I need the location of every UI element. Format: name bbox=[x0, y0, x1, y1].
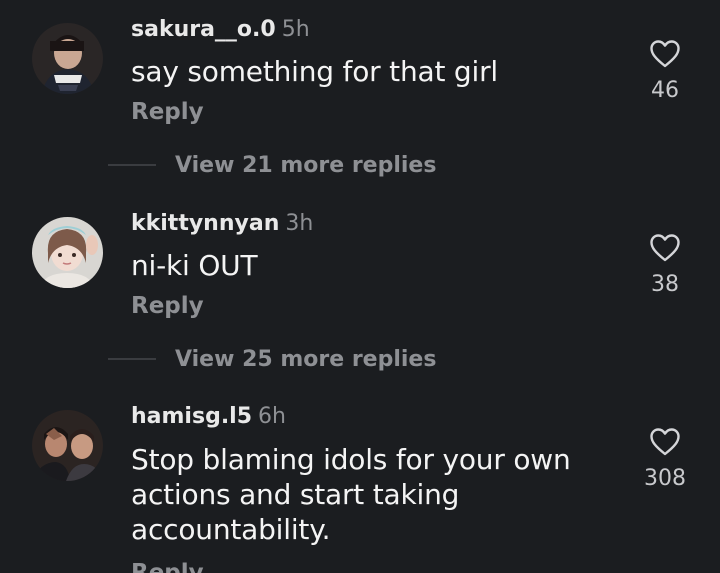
like-button[interactable]: 308 bbox=[630, 427, 700, 493]
like-count: 38 bbox=[651, 272, 679, 297]
divider-line bbox=[108, 358, 156, 360]
comment-meta: hamisg.l5 6h bbox=[131, 403, 286, 431]
username[interactable]: sakura__o.0 bbox=[131, 17, 276, 42]
comment-text: say something for that girl bbox=[131, 55, 498, 88]
view-more-replies[interactable]: View 21 more replies bbox=[108, 150, 436, 180]
view-more-replies[interactable]: View 25 more replies bbox=[108, 344, 436, 374]
view-more-label[interactable]: View 21 more replies bbox=[175, 153, 436, 178]
comment-meta: sakura__o.0 5h bbox=[131, 16, 310, 44]
heart-icon[interactable] bbox=[649, 233, 681, 263]
like-count: 46 bbox=[651, 78, 679, 103]
username[interactable]: hamisg.l5 bbox=[131, 404, 252, 429]
like-button[interactable]: 38 bbox=[630, 233, 700, 299]
timestamp: 5h bbox=[281, 17, 310, 42]
avatar[interactable] bbox=[32, 23, 103, 94]
comment-text: Stop blaming idols for your own actions … bbox=[131, 443, 571, 546]
timestamp: 3h bbox=[285, 211, 314, 236]
heart-icon[interactable] bbox=[649, 427, 681, 457]
avatar-image bbox=[32, 23, 103, 94]
avatar-image bbox=[32, 217, 103, 288]
comment-text: ni-ki OUT bbox=[131, 249, 258, 282]
divider-line bbox=[108, 164, 156, 166]
avatar-image bbox=[32, 410, 103, 481]
reply-button[interactable]: Reply bbox=[131, 559, 204, 573]
timestamp: 6h bbox=[258, 404, 286, 429]
avatar[interactable] bbox=[32, 410, 103, 481]
comment-meta: kkittynnyan 3h bbox=[131, 210, 313, 238]
reply-button[interactable]: Reply bbox=[131, 98, 204, 126]
heart-icon[interactable] bbox=[649, 39, 681, 69]
avatar[interactable] bbox=[32, 217, 103, 288]
like-button[interactable]: 46 bbox=[630, 39, 700, 105]
reply-button[interactable]: Reply bbox=[131, 292, 204, 320]
view-more-label[interactable]: View 25 more replies bbox=[175, 347, 436, 372]
username[interactable]: kkittynnyan bbox=[131, 211, 279, 236]
like-count: 308 bbox=[644, 466, 686, 491]
